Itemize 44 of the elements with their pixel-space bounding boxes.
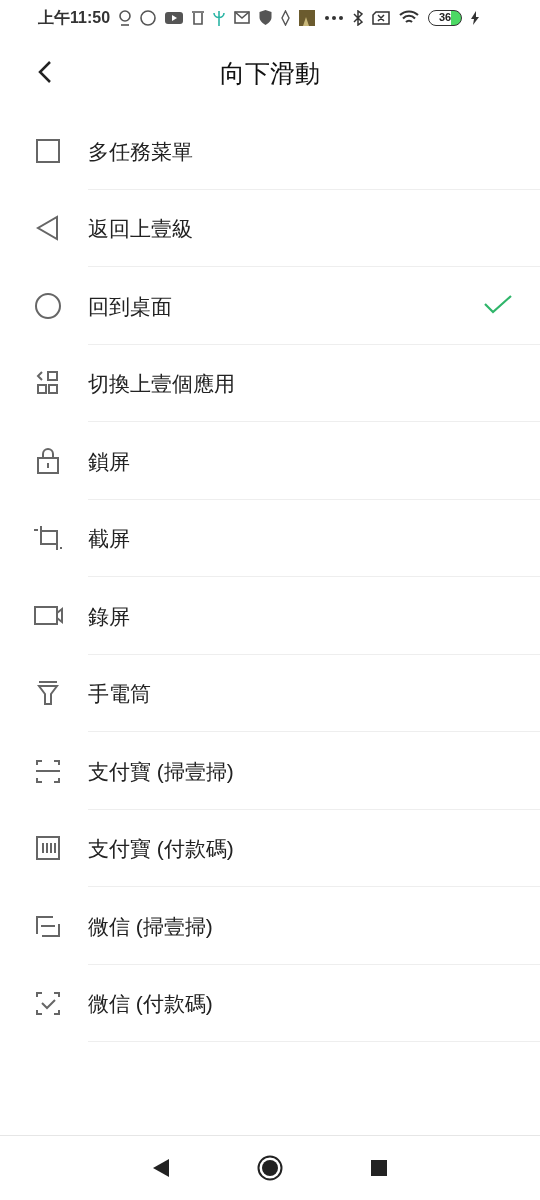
option-label: 手電筒 bbox=[88, 681, 152, 707]
option-label: 支付寶 (付款碼) bbox=[88, 836, 235, 862]
menu-option[interactable]: 鎖屏 bbox=[0, 422, 540, 500]
diamond-icon bbox=[281, 9, 291, 26]
bluetooth-icon bbox=[353, 9, 364, 26]
menu-option[interactable]: 手電筒 bbox=[0, 654, 540, 732]
location-pin-icon bbox=[119, 9, 132, 26]
battery-indicator: 36 bbox=[428, 9, 463, 26]
charging-icon bbox=[471, 10, 480, 25]
mail-icon bbox=[234, 11, 251, 24]
option-label: 錄屏 bbox=[88, 603, 131, 630]
option-label: 截屏 bbox=[88, 526, 131, 552]
menu-option[interactable]: 截屏 bbox=[0, 499, 540, 577]
app-thumbnail-icon bbox=[299, 9, 316, 26]
status-time: 上午11:50 bbox=[38, 7, 111, 28]
nav-back-icon[interactable] bbox=[153, 1159, 169, 1177]
nav-home-icon[interactable] bbox=[257, 1155, 283, 1181]
option-label: 微信 (掃壹掃) bbox=[88, 913, 214, 940]
option-label: 多任務菜單 bbox=[88, 138, 194, 165]
menu-option[interactable]: 切換上壹個應用 bbox=[0, 344, 540, 422]
menu-option[interactable]: 錄屏 bbox=[0, 577, 540, 655]
menu-option[interactable]: 微信 (付款碼) bbox=[0, 964, 540, 1042]
trash-icon bbox=[192, 10, 205, 25]
more-icon bbox=[324, 14, 345, 21]
circle-icon bbox=[33, 290, 63, 321]
menu-option[interactable]: 多任務菜單 bbox=[0, 112, 540, 190]
shield-icon bbox=[259, 10, 273, 25]
menu-option[interactable]: 回到桌面 bbox=[0, 267, 540, 345]
menu-option[interactable]: 微信 (掃壹掃) bbox=[0, 887, 540, 965]
option-label: 切換上壹個應用 bbox=[88, 371, 236, 397]
option-label: 返回上壹級 bbox=[88, 216, 194, 242]
chat-bubble-icon bbox=[140, 9, 157, 26]
option-label: 支付寶 (掃壹掃) bbox=[88, 758, 235, 785]
page-title: 向下滑動 bbox=[220, 57, 320, 89]
option-label: 鎖屏 bbox=[88, 448, 131, 475]
menu-option[interactable]: 返回上壹級 bbox=[0, 189, 540, 267]
play-icon bbox=[165, 11, 184, 24]
back-icon[interactable] bbox=[38, 60, 52, 84]
option-label: 回到桌面 bbox=[88, 293, 173, 320]
trident-icon bbox=[213, 9, 226, 26]
sim-icon bbox=[372, 10, 391, 25]
menu-option[interactable]: 支付寶 (掃壹掃) bbox=[0, 732, 540, 810]
option-label: 微信 (付款碼) bbox=[88, 991, 214, 1017]
menu-option[interactable]: 支付寶 (付款碼) bbox=[0, 809, 540, 887]
